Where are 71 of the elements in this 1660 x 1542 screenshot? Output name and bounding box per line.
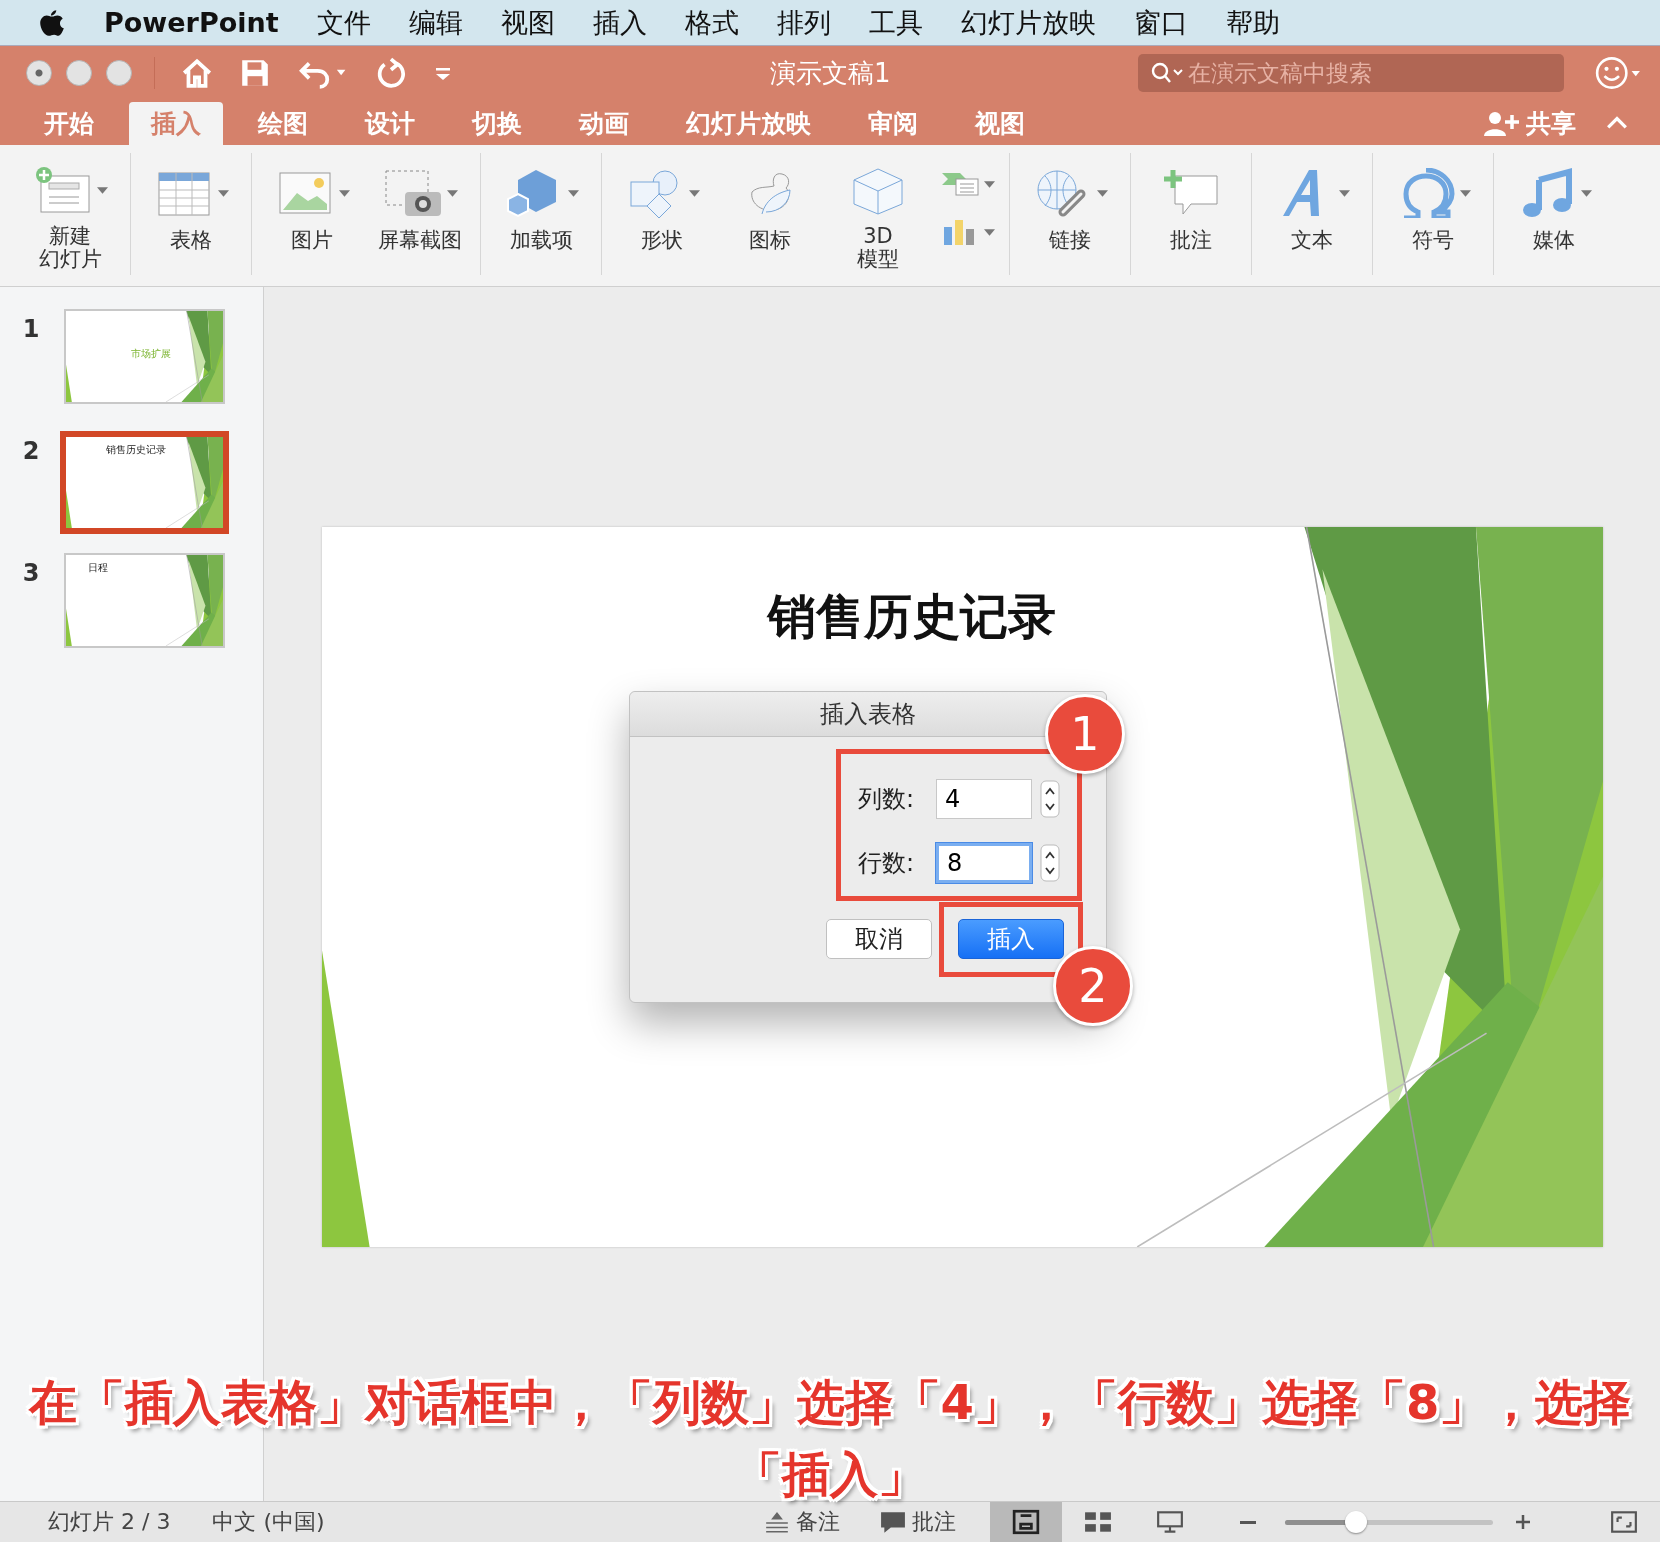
field-label: 列数: <box>858 784 916 815</box>
close-button[interactable] <box>26 60 52 86</box>
window-title: 演示文稿1 <box>770 56 891 90</box>
ribbon-button[interactable]: 链接 <box>1018 153 1122 275</box>
comment-icon <box>880 1511 906 1533</box>
save-icon[interactable] <box>239 57 271 89</box>
ribbon-button[interactable]: 批注 <box>1139 153 1243 275</box>
ribbon-button[interactable]: 3D 模型 <box>826 153 930 275</box>
notes-icon <box>764 1511 790 1533</box>
menu-item[interactable]: 排列 <box>776 4 831 41</box>
slide-title: 销售历史记录 <box>766 587 1057 646</box>
menu-item[interactable]: 幻灯片放映 <box>960 4 1096 41</box>
comments-button[interactable]: 批注 <box>874 1506 962 1538</box>
menu-item[interactable]: 窗口 <box>1133 4 1188 41</box>
thumbnail-title: 市场扩展 <box>131 347 171 361</box>
ribbon-button[interactable]: 文本 <box>1260 153 1364 275</box>
view-button[interactable] <box>990 1502 1062 1542</box>
ribbon-button[interactable]: 屏幕截图 <box>368 153 472 275</box>
collapse-ribbon-icon[interactable] <box>1606 115 1628 131</box>
zoom-out-button[interactable] <box>1240 1520 1256 1524</box>
menu-item[interactable]: 工具 <box>868 4 923 41</box>
add-person-icon <box>1484 110 1520 137</box>
search-box[interactable]: 在演示文稿中搜索 <box>1138 54 1564 92</box>
field-label: 行数: <box>858 848 916 879</box>
zoom-in-button[interactable] <box>1516 1515 1530 1529</box>
number-input[interactable]: 8 <box>936 843 1032 883</box>
slide-number: 1 <box>21 314 41 343</box>
number-input[interactable]: 4 <box>936 779 1032 819</box>
smiley-icon[interactable] <box>1594 55 1642 91</box>
ribbon-button[interactable]: 加载项 <box>489 153 593 275</box>
ribbon-button[interactable]: 形状 <box>610 153 714 275</box>
presentation-view-icon <box>1156 1509 1184 1535</box>
fit-slide-icon[interactable] <box>1610 1509 1638 1535</box>
notes-button[interactable]: 备注 <box>758 1506 846 1538</box>
ribbon-button[interactable]: 表格 <box>139 153 243 275</box>
ribbon-button[interactable]: 媒体 <box>1502 153 1606 275</box>
slide-thumbnail[interactable]: 销售历史记录 <box>60 431 229 534</box>
normal-view-icon <box>1012 1509 1040 1535</box>
zoom-button[interactable] <box>106 60 132 86</box>
thumbnail-title: 销售历史记录 <box>106 443 166 457</box>
ribbon-button[interactable]: 图标 <box>718 153 822 275</box>
language-label[interactable]: 中文 (中国) <box>212 1507 325 1537</box>
menu-item[interactable]: 帮助 <box>1225 4 1280 41</box>
home-icon[interactable] <box>181 57 213 89</box>
slide-counter: 幻灯片 2 / 3 <box>48 1508 171 1536</box>
minimize-button[interactable] <box>66 60 92 86</box>
thumbnail-title: 日程 <box>88 561 108 575</box>
ribbon-button[interactable]: 图片 <box>260 153 364 275</box>
stepper-control[interactable] <box>1040 843 1060 883</box>
search-field[interactable]: 在演示文稿中搜索 <box>1186 59 1550 87</box>
menu-item[interactable]: 文件 <box>316 4 371 41</box>
app-menu[interactable]: PowerPoint <box>104 7 279 38</box>
dialog-button[interactable]: 取消 <box>826 919 932 959</box>
step-badge: 1 <box>1045 694 1125 774</box>
caption-text: 在「插入表格」对话框中，「列数」选择「4」，「行数」选择「8」，选择「插入」 <box>27 1373 1633 1504</box>
ribbon-button[interactable]: 符号 <box>1381 153 1485 275</box>
slide-number: 3 <box>21 558 41 587</box>
slide-number: 2 <box>21 436 41 465</box>
slide-thumbnail[interactable]: 日程 <box>64 553 225 648</box>
menu-item[interactable]: 插入 <box>592 4 647 41</box>
dialog-button[interactable]: 插入 <box>958 919 1064 959</box>
ribbon-button[interactable]: 新建 幻灯片 <box>18 153 122 275</box>
menu-item[interactable]: 格式 <box>684 4 739 41</box>
stepper-control[interactable] <box>1040 779 1060 819</box>
menu-item[interactable]: 视图 <box>500 4 555 41</box>
apple-logo-icon[interactable] <box>38 7 66 38</box>
redo-icon[interactable] <box>375 57 407 89</box>
step-badge: 2 <box>1053 946 1133 1026</box>
menu-item[interactable]: 编辑 <box>408 4 463 41</box>
camera-icon <box>382 168 443 218</box>
grid-view-icon <box>1084 1509 1112 1535</box>
